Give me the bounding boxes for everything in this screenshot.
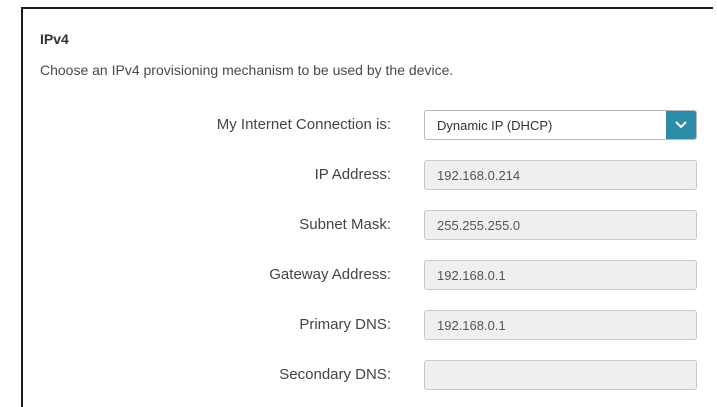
- section-description: Choose an IPv4 provisioning mechanism to…: [40, 62, 454, 78]
- primary-dns-field: 192.168.0.1: [424, 310, 697, 340]
- gateway-address-row: Gateway Address: 192.168.0.1: [23, 260, 713, 290]
- gateway-address-label: Gateway Address:: [269, 266, 391, 283]
- primary-dns-row: Primary DNS: 192.168.0.1: [23, 310, 713, 340]
- secondary-dns-label: Secondary DNS:: [279, 366, 391, 383]
- subnet-mask-row: Subnet Mask: 255.255.255.0: [23, 210, 713, 240]
- ip-address-row: IP Address: 192.168.0.214: [23, 160, 713, 190]
- ip-address-field: 192.168.0.214: [424, 160, 697, 190]
- primary-dns-label: Primary DNS:: [299, 316, 391, 333]
- subnet-mask-field: 255.255.255.0: [424, 210, 697, 240]
- connection-type-value: Dynamic IP (DHCP): [437, 118, 553, 133]
- section-title: IPv4: [40, 31, 69, 47]
- connection-type-select[interactable]: Dynamic IP (DHCP): [424, 110, 697, 140]
- ip-address-label: IP Address:: [314, 166, 391, 183]
- chevron-down-icon[interactable]: [666, 111, 696, 139]
- connection-type-row: My Internet Connection is: Dynamic IP (D…: [23, 110, 713, 140]
- ipv4-settings-panel: IPv4 Choose an IPv4 provisioning mechani…: [21, 7, 713, 407]
- subnet-mask-label: Subnet Mask:: [299, 216, 391, 233]
- secondary-dns-row: Secondary DNS:: [23, 360, 713, 390]
- gateway-address-field: 192.168.0.1: [424, 260, 697, 290]
- secondary-dns-field: [424, 360, 697, 390]
- connection-type-label: My Internet Connection is:: [216, 116, 391, 133]
